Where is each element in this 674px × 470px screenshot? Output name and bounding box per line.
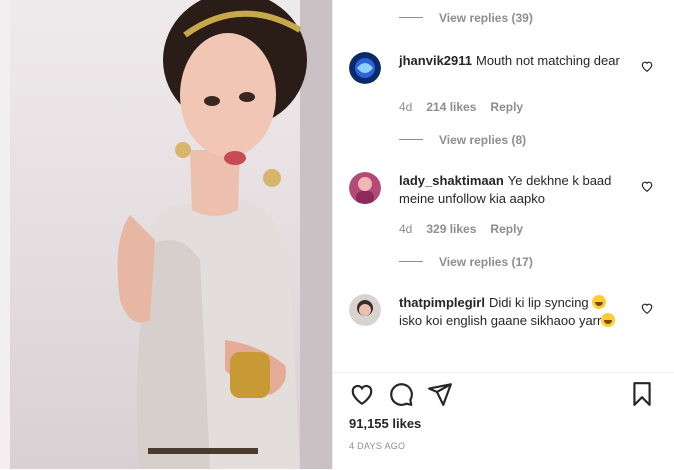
avatar[interactable] — [349, 294, 381, 326]
comment-username[interactable]: jhanvik2911 — [399, 53, 472, 68]
view-replies-label: View replies (8) — [439, 132, 527, 147]
view-replies-label: View replies (39) — [439, 10, 533, 25]
avatar[interactable] — [349, 172, 381, 204]
view-replies-button[interactable]: View replies (8) — [399, 132, 526, 150]
comment-like-heart-icon[interactable] — [640, 301, 654, 315]
comment-item: thatpimplegirl Didi ki lip syncing isko k… — [349, 294, 653, 364]
comment-time: 4d — [399, 100, 413, 114]
comment-text: lady_shaktimaan Ye dekhne k baad meine un… — [399, 172, 631, 208]
comment-username[interactable]: thatpimplegirl — [399, 295, 485, 310]
comment-meta: 4d 329 likes Reply — [399, 222, 537, 236]
comment-time: 4d — [399, 222, 413, 236]
reply-button[interactable]: Reply — [490, 222, 523, 236]
reply-button[interactable]: Reply — [490, 100, 523, 114]
replies-line — [399, 261, 423, 263]
heart-icon[interactable] — [349, 381, 375, 407]
comment-meta: 4d 214 likes Reply — [399, 100, 537, 114]
comment-item: lady_shaktimaan Ye dekhne k baad meine un… — [349, 172, 653, 242]
comment-body: Mouth not matching dear — [476, 53, 620, 68]
replies-line — [399, 139, 423, 141]
comment-likes[interactable]: 214 likes — [426, 100, 476, 114]
comment-item: jhanvik2911 Mouth not matching dear 4d 214… — [349, 52, 653, 122]
post-media-video[interactable] — [0, 0, 332, 469]
view-replies-button[interactable]: View replies (39) — [399, 10, 533, 28]
comment-likes[interactable]: 329 likes — [426, 222, 476, 236]
replies-line — [399, 17, 423, 19]
comment-username[interactable]: lady_shaktimaan — [399, 173, 504, 188]
post-likes-count[interactable]: 91,155 likes — [349, 416, 421, 431]
paper-plane-icon[interactable] — [427, 381, 453, 407]
comment-like-heart-icon[interactable] — [640, 179, 654, 193]
bookmark-icon[interactable] — [629, 381, 655, 407]
laughing-emoji-icon — [592, 295, 607, 309]
comment-bubble-icon[interactable] — [388, 381, 414, 407]
media-figure — [117, 0, 307, 469]
avatar[interactable] — [349, 52, 381, 84]
comments-panel[interactable]: View replies (39) jhanvik2911 Mouth not m… — [333, 0, 674, 372]
comment-like-heart-icon[interactable] — [640, 59, 654, 73]
post-actions: 91,155 likes 4 DAYS AGO — [333, 372, 674, 470]
comment-text: jhanvik2911 Mouth not matching dear — [399, 52, 631, 70]
view-replies-button[interactable]: View replies (17) — [399, 254, 533, 272]
post-date[interactable]: 4 DAYS AGO — [349, 441, 405, 451]
comment-text: thatpimplegirl Didi ki lip syncing isko k… — [399, 294, 629, 330]
comment-body: Didi ki lip syncing — [488, 295, 589, 310]
comment-body-continued: isko koi english gaane sikhaoo yarr — [399, 313, 602, 328]
view-replies-label: View replies (17) — [439, 254, 533, 269]
laughing-emoji-icon — [601, 313, 616, 327]
